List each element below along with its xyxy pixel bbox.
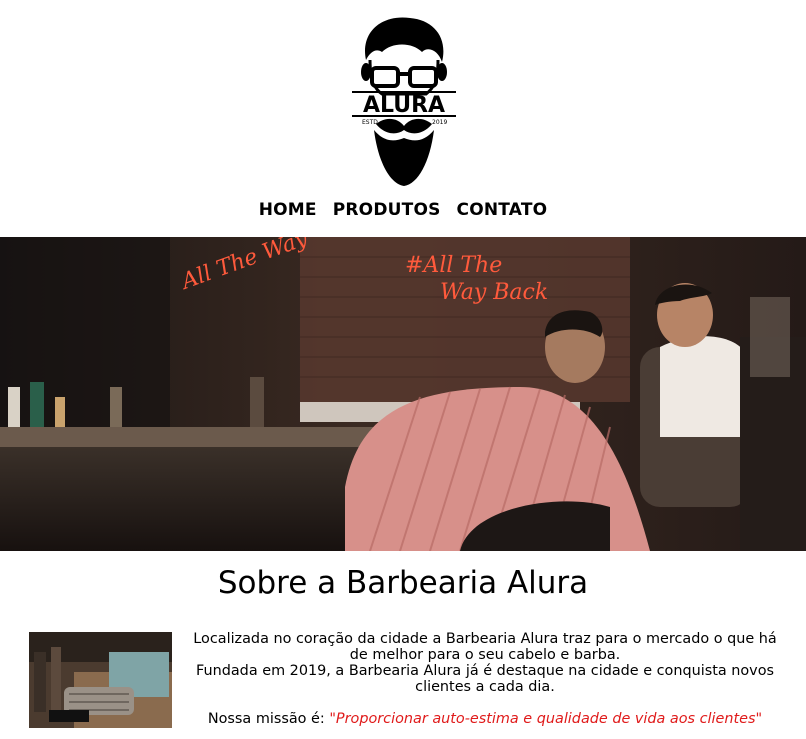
- neon-sign-right-2: Way Back: [440, 280, 548, 305]
- about-title: Sobre a Barbearia Alura: [217, 565, 589, 601]
- about-text: Localizada no coração da cidade a Barbea…: [192, 631, 778, 727]
- mission-quote: "Proporcionar auto-estima e qualidade de…: [329, 711, 763, 727]
- nav-contato-link[interactable]: CONTATO: [457, 200, 548, 226]
- about-paragraph-1: Localizada no coração da cidade a Barbea…: [193, 631, 777, 663]
- barber-tools-image: [29, 632, 172, 728]
- logo-estd: ESTD: [362, 119, 378, 126]
- nav-produtos-link[interactable]: PRODUTOS: [333, 200, 441, 226]
- site-header: ALURA ESTD 2019 HOME PRODUTOS CONTATO: [0, 0, 806, 236]
- main-nav: HOME PRODUTOS CONTATO: [0, 200, 806, 226]
- logo-year: 2019: [432, 119, 447, 126]
- mission-label: Nossa missão é:: [207, 711, 330, 727]
- about-section: Sobre a Barbearia Alura Localizada no co…: [0, 551, 806, 739]
- neon-sign-right-1: #All The: [405, 253, 502, 278]
- bearded-man-logo-icon: ALURA ESTD 2019: [352, 17, 456, 186]
- alura-logo[interactable]: ALURA ESTD 2019: [352, 12, 456, 188]
- mission-line: Nossa missão é: "Proporcionar auto-estim…: [192, 711, 778, 727]
- hero-barbershop-image: All The Way #All The Way Back: [0, 237, 806, 551]
- logo-wordmark: ALURA: [363, 93, 445, 118]
- nav-home-link[interactable]: HOME: [259, 200, 317, 226]
- about-paragraph-2: Fundada em 2019, a Barbearia Alura já é …: [196, 663, 774, 695]
